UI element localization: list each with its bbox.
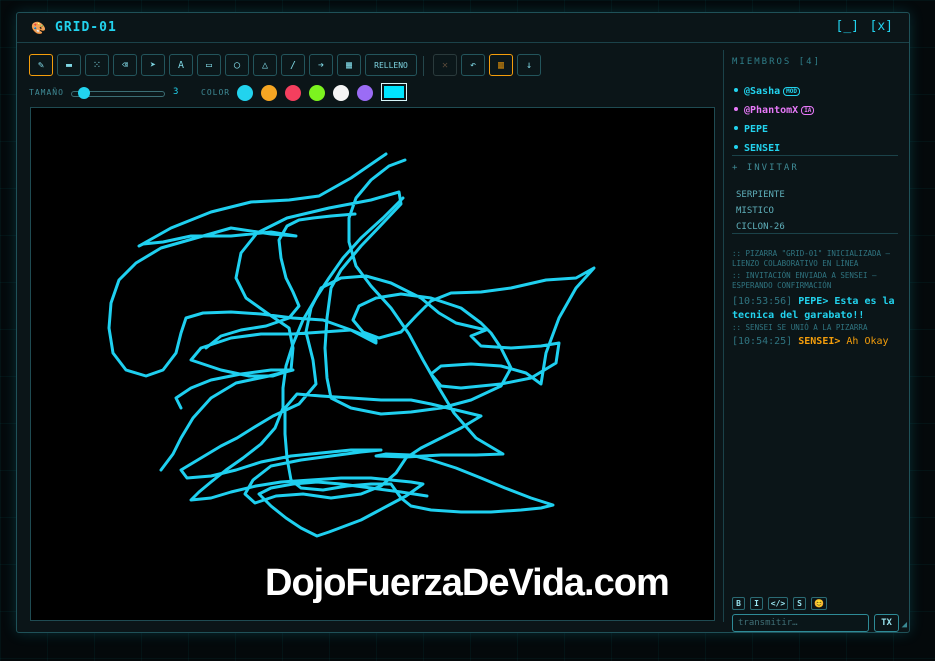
line-tool-button[interactable]: / [281,54,305,76]
title-bar: 🎨 GRID-01 [_] [x] [17,13,909,43]
member-item[interactable]: PEPE [734,124,768,135]
online-dot-icon [734,88,738,92]
members-title: MIEMBROS [4] [732,57,822,67]
trash-icon: ▥ [497,59,505,71]
role-badge: MOD [783,87,800,96]
arrow-tool-button[interactable]: ➔ [309,54,333,76]
member-name: PEPE [744,124,769,135]
size-slider[interactable] [71,87,165,99]
pencil-tool-button[interactable]: ✎ [29,54,53,76]
grid-icon: ▦ [345,59,353,71]
chat-message: [10:54:25] SENSEI> Ah Okay [732,335,902,349]
send-button[interactable]: TX [874,614,899,632]
member-name: SENSEI [744,143,781,154]
toolbar-divider [423,56,424,76]
size-value: 3 [173,87,179,97]
invite-option[interactable]: MISTICO [736,206,774,216]
italic-button[interactable]: I [750,597,763,610]
color-swatch[interactable] [309,85,325,101]
invite-title[interactable]: + INVITAR [732,163,799,173]
minimize-button[interactable]: [_] [836,19,859,34]
fill-toggle-button[interactable]: RELLENO [365,54,417,76]
slider-knob[interactable] [78,87,90,99]
invite-option[interactable]: SERPIENTE [736,190,785,200]
undo-icon: ↶ [469,59,477,71]
spray-icon: ⁙ [92,59,102,71]
arrow-icon: ➔ [317,59,325,71]
size-label: TAMAÑO [29,88,64,97]
scribble-stroke [107,152,596,514]
palette-icon: 🎨 [31,21,46,35]
triangle-tool-button[interactable]: △ [253,54,277,76]
text-tool-button[interactable]: A [169,54,193,76]
color-swatch[interactable] [261,85,277,101]
invite-option[interactable]: CICLON-26 [736,222,785,232]
member-name: @Sasha [744,86,781,97]
resize-grip-icon[interactable]: ◢ [902,620,907,630]
color-swatch[interactable] [333,85,349,101]
color-swatch[interactable] [237,85,253,101]
clear-button[interactable]: ✕ [433,54,457,76]
chat-message: [10:53:56] PEPE> Esta es la tecnica del … [732,295,902,323]
code-button[interactable]: </> [768,597,788,610]
message-time: [10:54:25] [732,336,799,347]
scribble-drawing [107,152,596,538]
grid-tool-button[interactable]: ▦ [337,54,361,76]
member-item[interactable]: SENSEI [734,143,780,154]
divider [732,233,898,234]
sidebar: MIEMBROS [4] + INVITAR TX @SashaMOD @Phan… [723,50,902,632]
message-user: SENSEI> [798,336,841,347]
rectangle-tool-button[interactable]: ▭ [197,54,221,76]
scribble-stroke [159,368,295,472]
bold-button[interactable]: B [732,597,745,610]
system-message: :: PIZARRA "GRID-01" INICIALIZADA — LIEN… [732,249,891,268]
rectangle-icon: ▭ [205,59,213,71]
online-dot-icon [734,126,738,130]
emoji-button[interactable]: 😊 [811,597,827,610]
circle-tool-button[interactable]: ◯ [225,54,249,76]
whiteboard-window: 🎨 GRID-01 [_] [x] ✎ ▬ ⁙ ⌫ ➤ A ▭ ◯ △ / ➔ ▦ RELLENO ✕ ↶ ▥… [16,12,910,633]
system-message: :: SENSEI SE UNIÓ A LA PIZARRA [732,323,868,332]
role-badge: IA [801,106,815,115]
brush-options: TAMAÑO 3 COLOR [29,83,429,103]
watermark-text: DojoFuerzaDeVida.com [265,562,670,604]
triangle-icon: △ [261,59,269,71]
undo-button[interactable]: ↶ [461,54,485,76]
text-icon: A [177,59,185,71]
online-dot-icon [734,145,738,149]
marker-icon: ▬ [65,59,73,71]
eraser-tool-button[interactable]: ⌫ [113,54,137,76]
spray-tool-button[interactable]: ⁙ [85,54,109,76]
color-swatch[interactable] [285,85,301,101]
online-dot-icon [734,107,738,111]
window-title: GRID-01 [55,20,117,35]
current-color[interactable] [381,83,407,101]
member-name: @PhantomX [744,105,799,116]
circle-icon: ◯ [233,59,241,71]
close-button[interactable]: [x] [870,19,893,34]
message-user: PEPE> [798,296,829,307]
member-item[interactable]: @Sasha MOD [734,86,800,97]
message-text: Ah Okay [840,336,889,347]
marker-tool-button[interactable]: ▬ [57,54,81,76]
system-message: :: INVITACIÓN ENVIADA A SENSEI — ESPERAN… [732,271,877,290]
chat-input[interactable] [732,614,869,632]
trash-button[interactable]: ▥ [489,54,513,76]
clear-icon: ✕ [441,59,449,71]
member-item[interactable]: @PhantomX IA [734,105,815,116]
strike-button[interactable]: S [793,597,806,610]
message-time: [10:53:56] [732,296,799,307]
drawing-canvas[interactable]: DojoFuerzaDeVida.com [30,107,715,621]
eraser-icon: ⌫ [121,59,129,71]
pointer-icon: ➤ [149,59,157,71]
line-icon: / [289,59,297,71]
color-label: COLOR [201,88,231,97]
download-icon: ↓ [525,59,533,71]
pencil-icon: ✎ [37,59,45,71]
download-button[interactable]: ↓ [517,54,541,76]
current-color-fill [384,86,404,98]
divider [732,155,898,156]
pointer-tool-button[interactable]: ➤ [141,54,165,76]
color-swatch[interactable] [357,85,373,101]
